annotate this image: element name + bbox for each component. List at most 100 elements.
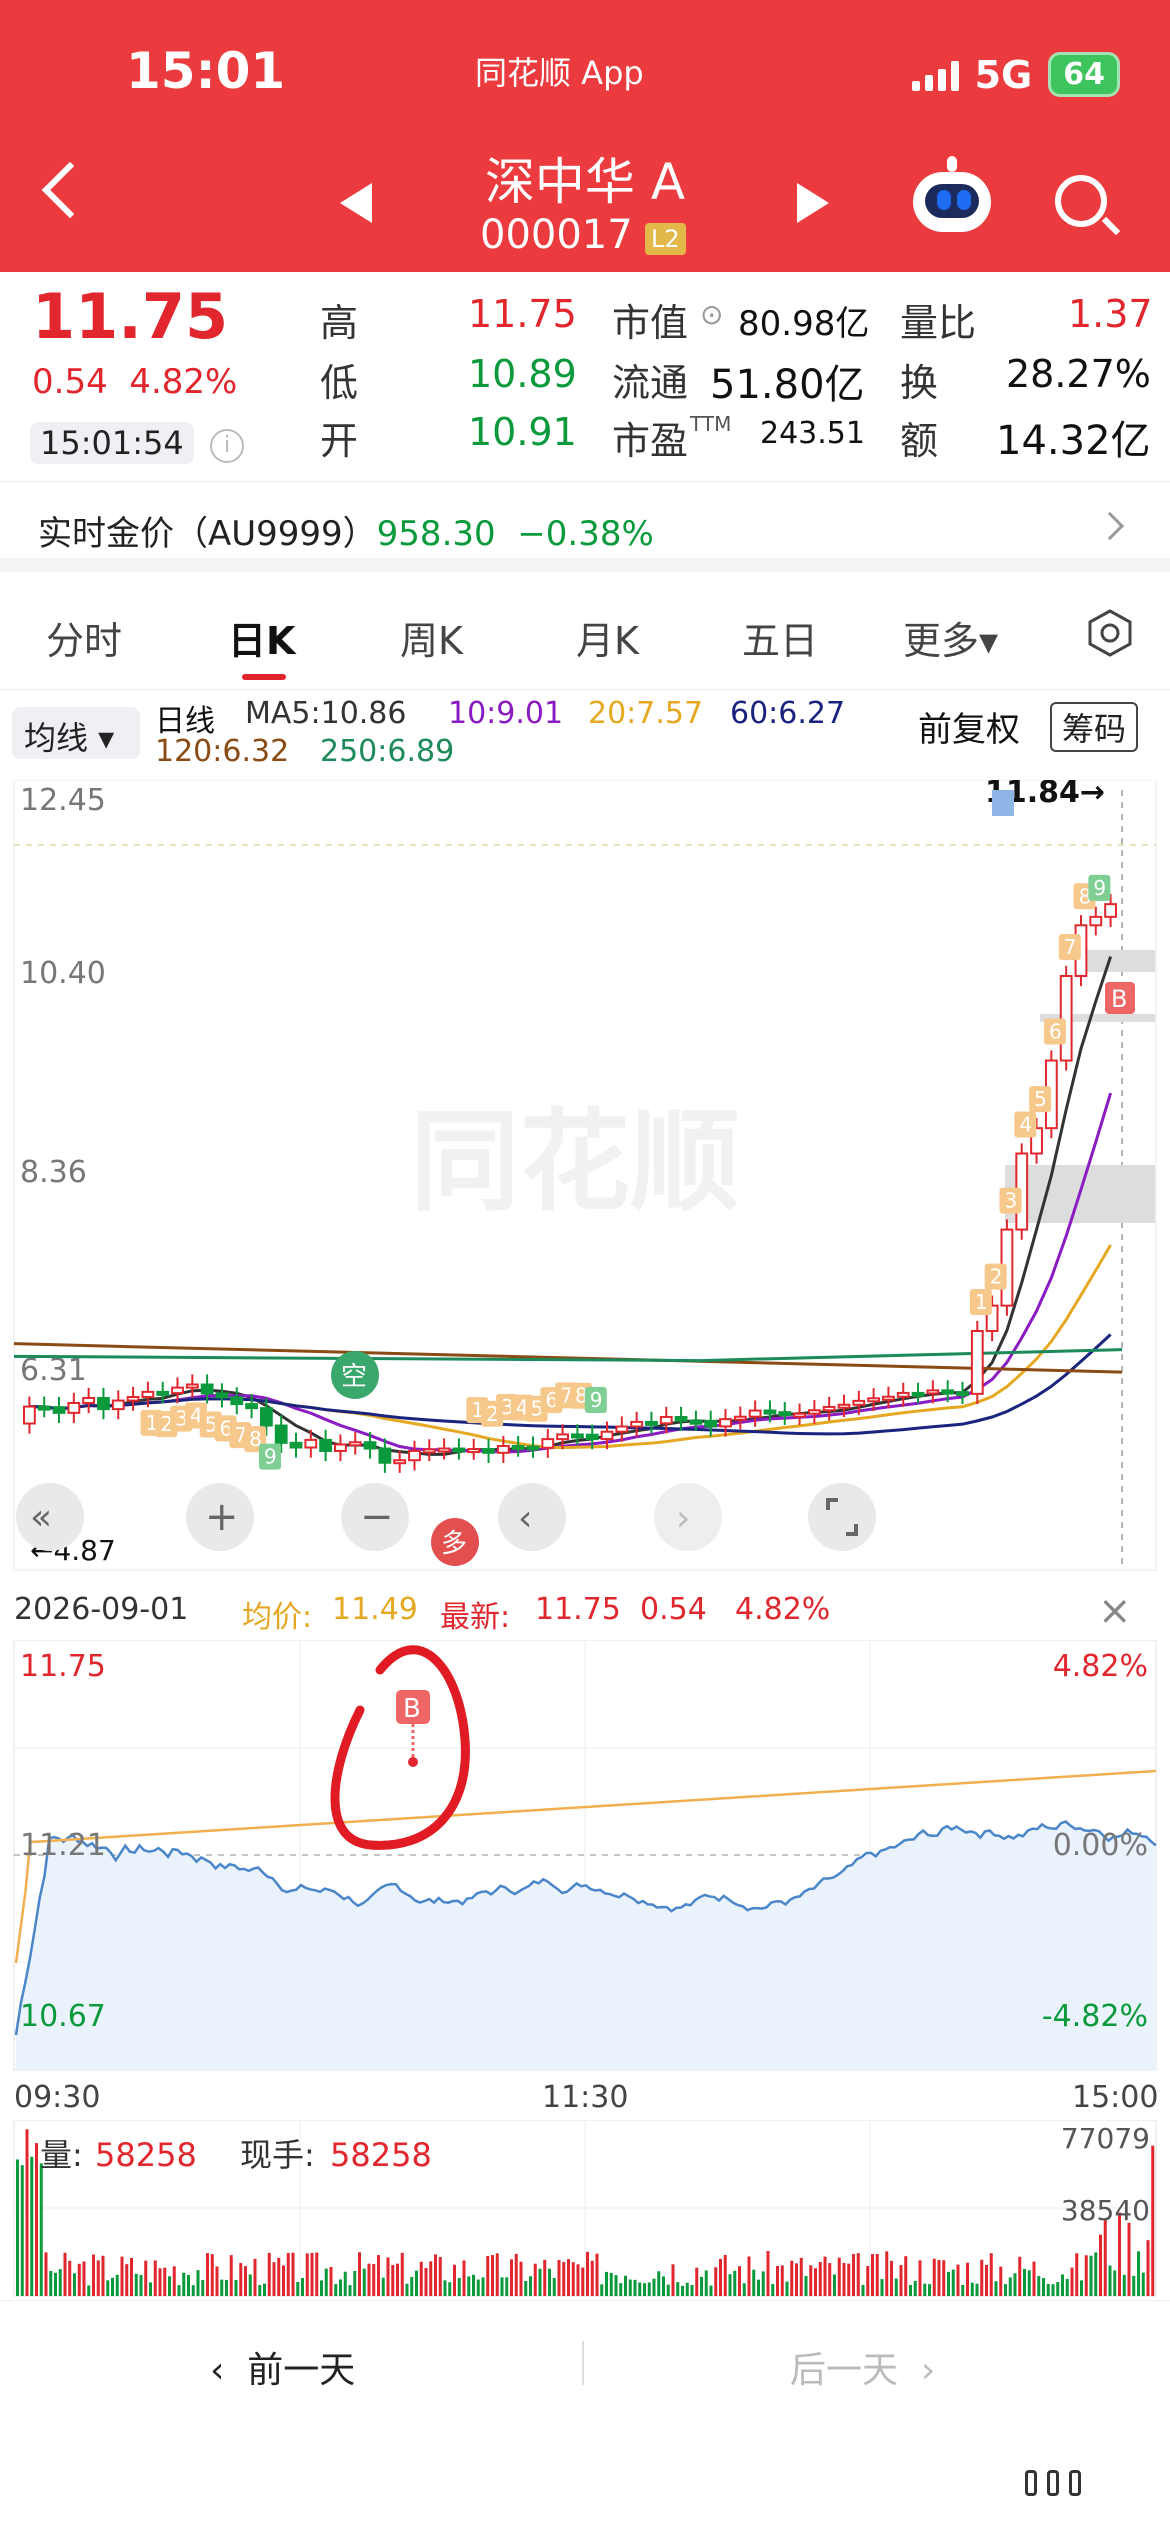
ma20-value: 20:7.57	[588, 696, 704, 731]
close-icon[interactable]: ×	[1098, 1588, 1132, 1634]
price-change: 0.54 4.82%	[32, 362, 238, 402]
volume-bar	[229, 2255, 233, 2296]
volume-bar	[638, 2282, 642, 2296]
candle	[200, 1383, 214, 1395]
volume-bar	[586, 2251, 589, 2296]
volume-bar	[1056, 2282, 1060, 2296]
network-type: 5G	[974, 52, 1033, 97]
volume-bar	[757, 2279, 760, 2296]
volume-bar	[1084, 2255, 1088, 2296]
volume-bar	[590, 2260, 594, 2296]
intraday-buy-text: B	[403, 1694, 421, 1724]
quote-panel: 11.75 0.54 4.82% 15:01:54 i 高 11.75 低 10…	[0, 272, 1170, 482]
gold-price-text: 实时金价（AU9999）958.30 −0.38%	[38, 514, 654, 554]
volume-bar	[1080, 2280, 1083, 2296]
vol-ratio-label: 量比	[900, 301, 977, 345]
volume-bar	[87, 2285, 91, 2296]
volume-bar	[68, 2260, 72, 2296]
kline-chart[interactable]: 同花顺 12.45 10.40 8.36 6.31 12345678 91 2 3 4 5…	[0, 780, 1170, 1580]
volume-bar	[852, 2254, 855, 2296]
candle	[259, 1407, 273, 1427]
stock-name: 深中华 A	[484, 153, 686, 211]
svg-text:›: ›	[676, 1498, 690, 1539]
cur-label: 现手:	[240, 2136, 315, 2174]
volume-bar	[149, 2282, 152, 2296]
candle	[659, 1415, 673, 1425]
volume-bar	[144, 2260, 148, 2296]
volume-bar	[54, 2272, 57, 2296]
volume-bar	[96, 2260, 100, 2296]
chouma-button[interactable]: 筹码	[1050, 702, 1139, 752]
volume-chart: 量: 58258 现手: 58258 77079 38540	[13, 2120, 1157, 2297]
search-icon[interactable]	[1055, 175, 1107, 227]
intraday-header: 2026-09-01 均价: 11.49 最新: 11.75 0.54 4.82…	[0, 1588, 1170, 1638]
candle	[867, 1397, 881, 1403]
vol-ratio-value: 1.37	[1068, 292, 1153, 336]
volume-bar	[505, 2277, 509, 2296]
volume-bar	[1137, 2251, 1140, 2296]
amount-value: 14.32亿	[996, 418, 1151, 464]
volume-bar	[106, 2280, 110, 2296]
volume-bar	[785, 2281, 789, 2296]
volume-bar	[457, 2277, 461, 2296]
volume-bar	[139, 2274, 143, 2296]
volume-bar	[130, 2257, 133, 2296]
volume-bar	[329, 2266, 333, 2296]
seq-number: 2	[990, 1265, 1003, 1289]
volume-bar	[662, 2276, 665, 2296]
candle	[304, 1438, 318, 1449]
next-stock-icon[interactable]	[797, 183, 829, 223]
latest-change-pct: 4.82%	[735, 1592, 831, 1627]
candle	[763, 1409, 777, 1415]
volume-bar	[310, 2252, 314, 2296]
volume-bar	[163, 2267, 167, 2296]
settings-hex-icon[interactable]	[1085, 608, 1135, 658]
volume-bar	[747, 2256, 751, 2296]
volume-bar	[1103, 2219, 1107, 2296]
seq-number: 4	[1019, 1112, 1032, 1136]
tab-daily-k[interactable]: 日K	[228, 610, 295, 665]
volume-bar	[253, 2258, 257, 2296]
current-price: 11.75	[32, 280, 229, 353]
volume-bar	[567, 2259, 570, 2296]
candle	[348, 1441, 362, 1447]
volume-bar	[510, 2259, 513, 2296]
volume-bar	[1008, 2277, 1012, 2296]
volume-bar	[619, 2283, 623, 2296]
intraday-date: 2026-09-01	[14, 1592, 189, 1627]
volume-bar	[44, 2252, 48, 2296]
volume-bar	[334, 2284, 338, 2296]
tab-monthly-k[interactable]: 月K	[576, 610, 639, 665]
seq-number: 9	[590, 1388, 603, 1412]
volume-bar	[904, 2256, 908, 2296]
fuquan-button[interactable]: 前复权	[918, 702, 1020, 751]
tab-intraday[interactable]: 分时	[46, 610, 122, 665]
info-icon[interactable]: i	[210, 429, 244, 463]
volume-bar	[1089, 2255, 1093, 2296]
prev-day-button[interactable]: ‹ 前一天	[210, 2341, 355, 2393]
intraday-chart[interactable]: 11.75 11.21 10.67 4.82% 0.00% -4.82% B	[0, 1640, 1170, 2080]
gold-price-bar[interactable]: 实时金价（AU9999）958.30 −0.38%	[0, 482, 1170, 572]
fullscreen-icon[interactable]	[808, 1483, 876, 1551]
volume-bar	[809, 2265, 813, 2296]
ma-type-button[interactable]: 均线 ▾	[12, 707, 140, 759]
volume-bar	[519, 2261, 523, 2296]
candle	[896, 1391, 910, 1398]
volume-bar	[263, 2283, 266, 2296]
volume-bar	[1042, 2278, 1045, 2296]
next-day-button[interactable]: 后一天 ›	[790, 2341, 935, 2393]
volume-bar	[438, 2257, 442, 2296]
tab-weekly-k[interactable]: 周K	[400, 610, 463, 665]
robot-assistant-icon[interactable]	[913, 156, 991, 232]
volume-bar	[158, 2268, 162, 2296]
tab-five-day[interactable]: 五日	[742, 610, 818, 665]
ma60-value: 60:6.27	[730, 696, 846, 731]
volume-bar	[1122, 2274, 1126, 2296]
volume-bar	[481, 2277, 485, 2296]
candle	[437, 1447, 451, 1453]
more-icon[interactable]: ⊙	[700, 298, 723, 331]
kline-controls: « + − ‹ ›	[16, 1483, 876, 1551]
volume-bar	[605, 2271, 608, 2296]
tab-more[interactable]: 更多▾	[903, 610, 998, 665]
volume-bar	[700, 2276, 703, 2296]
